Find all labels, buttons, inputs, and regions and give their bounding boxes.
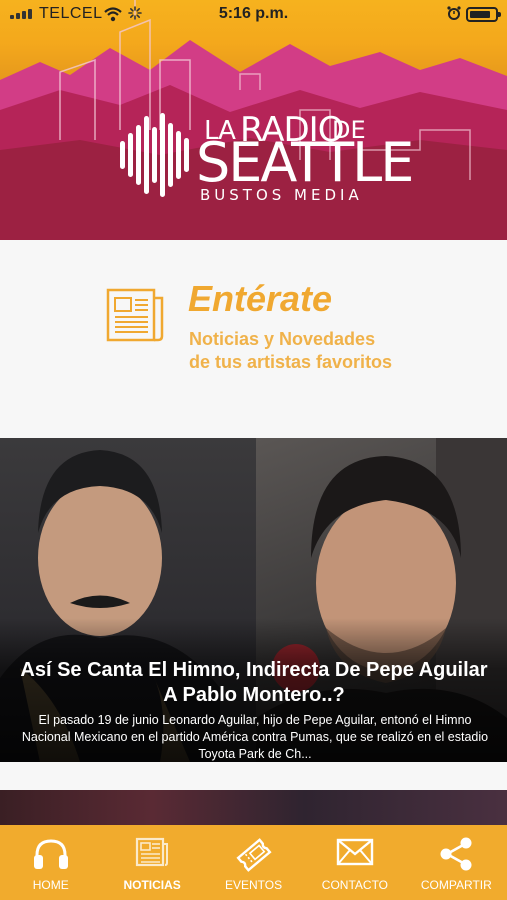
tab-contacto-label: CONTACTO [321,878,389,892]
tab-eventos-label: EVENTOS [224,878,283,892]
alarm-icon [447,6,461,20]
soundwave-icon [120,112,189,198]
article-excerpt: El pasado 19 de junio Leonardo Aguilar, … [21,713,489,761]
header-banner: LA RADIO DE SEATTLE BUSTOS MEDIA [0,0,507,240]
logo-seattle: SEATTLE [196,131,414,194]
headphones-icon [33,839,68,869]
article-title[interactable]: Así Se Canta El Himno, Indirecta De Pepe… [14,658,494,708]
ticket-icon [235,838,272,872]
section-intro: Entérate Noticias y Novedades de tus art… [0,240,507,438]
section-subtitle-line1: Noticias y Novedades [189,329,376,349]
section-subtitle-line2: de tus artistas favoritos [189,352,393,372]
tab-home-label: HOME [32,878,69,892]
tab-eventos[interactable]: EVENTOS [203,825,304,900]
share-icon [440,837,472,871]
bottom-tab-bar: HOME NOTICIAS EVENTOS CONTACTO COMPARTIR [0,825,507,900]
tab-noticias[interactable]: NOTICIAS [101,825,202,900]
clock: 5:16 p.m. [218,5,289,22]
status-bar: TELCEL 5:16 p.m. [0,0,507,28]
tab-compartir[interactable]: COMPARTIR [406,825,507,900]
app-screen: LA RADIO DE SEATTLE BUSTOS MEDIA TELCEL … [0,0,507,900]
tab-noticias-label: NOTICIAS [123,878,181,892]
newspaper-icon [106,288,164,342]
station-logo: LA RADIO DE SEATTLE BUSTOS MEDIA [120,108,414,208]
tab-compartir-label: COMPARTIR [420,878,492,892]
envelope-icon [336,838,374,866]
section-title: Entérate [188,278,333,319]
logo-tagline: BUSTOS MEDIA [200,186,363,204]
section-subtitle: Noticias y Novedades de tus artistas fav… [189,328,392,374]
battery-icon [466,7,501,22]
article-card[interactable]: Así Se Canta El Himno, Indirecta De Pepe… [0,438,507,762]
tab-contacto[interactable]: CONTACTO [304,825,405,900]
newspaper-icon [136,837,169,867]
tab-home[interactable]: HOME [0,825,101,900]
article-card-next[interactable] [0,790,507,830]
